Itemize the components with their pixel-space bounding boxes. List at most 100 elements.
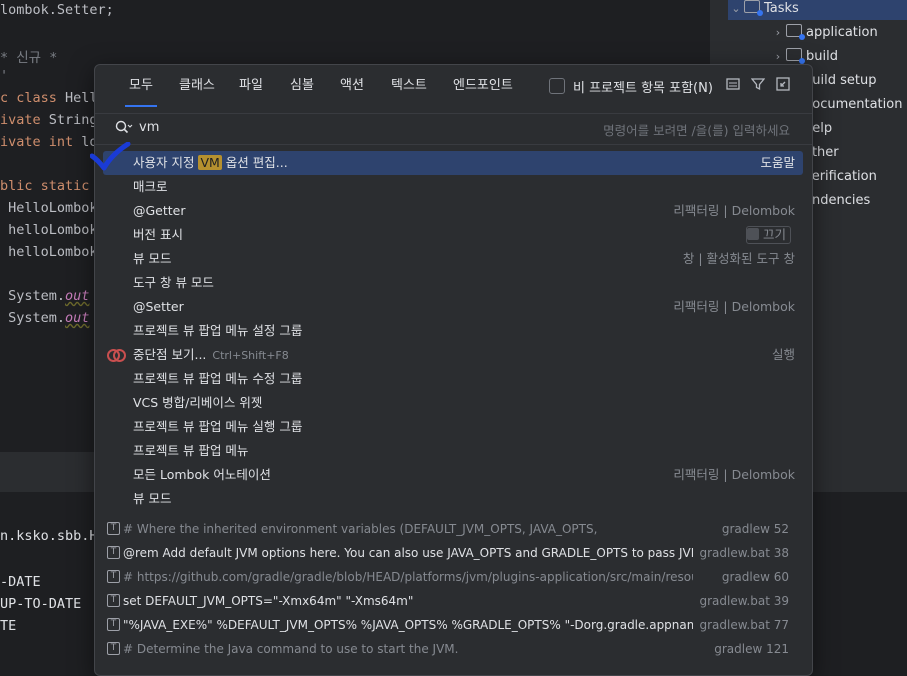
include-non-project-checkbox[interactable] — [549, 78, 565, 94]
result-label: 매크로 — [133, 175, 168, 199]
folder-icon — [786, 24, 805, 40]
filter-icon[interactable] — [750, 77, 766, 93]
text-search-result[interactable]: T "%JAVA_EXE%" %DEFAULT_JVM_OPTS% %JAVA_O… — [103, 613, 803, 637]
text-search-result[interactable]: T # https://github.com/gradle/gradle/blob… — [103, 565, 803, 589]
run-output-line: -DATE — [0, 574, 41, 590]
text-search-result[interactable]: Tset DEFAULT_JVM_OPTS="-Xmx64m" "-Xms64m… — [103, 589, 803, 613]
search-everywhere-popup: 모두 클래스 파일 심볼 액션 텍스트 엔드포인트 비 프로젝트 항목 포함(N) vm 명… — [94, 64, 813, 676]
code-line: ' — [0, 68, 8, 84]
chevron-right-icon[interactable]: › — [770, 22, 786, 44]
code-line: lombok.Setter; — [0, 2, 114, 18]
preview-icon[interactable] — [725, 77, 741, 93]
run-output-line: UP-TO-DATE — [0, 596, 82, 612]
include-non-project-toggle[interactable]: 비 프로젝트 항목 포함(N) — [549, 77, 713, 96]
result-item[interactable]: 프로젝트 뷰 팝업 메뉴 설정 그룹 — [103, 319, 803, 343]
toggle-switch[interactable] — [746, 228, 759, 240]
chevron-down-icon[interactable]: ⌄ — [728, 0, 744, 20]
result-item[interactable]: 뷰 모드 창 | 활성화된 도구 창 — [103, 247, 803, 271]
text-file-icon: T — [107, 642, 120, 655]
result-label: @Setter — [133, 295, 184, 319]
tree-item-label: endencies — [804, 193, 871, 208]
result-text: 프로젝트 뷰 팝업 메뉴 실행 그룹 — [133, 419, 303, 434]
result-item[interactable]: 도구 창 뷰 모드 — [103, 271, 803, 295]
tab-0[interactable]: 모두 — [117, 65, 165, 107]
result-text: 프로젝트 뷰 팝업 메뉴 설정 그룹 — [133, 323, 303, 338]
tree-item[interactable]: ⌄ Tasks — [728, 0, 907, 20]
code-token: ivate int — [0, 134, 82, 150]
result-category: 실행 — [772, 343, 795, 367]
text-search-result[interactable]: T @rem Add default JVM options here. You … — [103, 541, 803, 565]
result-category: 리팩터링 | Delombok — [673, 463, 795, 487]
result-item[interactable]: 사용자 지정 VM 옵션 편집... 도움말 — [103, 151, 803, 175]
text-result-line: # Determine the Java command to use to s… — [123, 642, 459, 656]
tree-item[interactable]: verification — [804, 166, 877, 188]
text-search-result[interactable]: T # Determine the Java command to use to … — [103, 637, 803, 661]
tree-item[interactable]: endencies — [804, 190, 870, 212]
tree-item[interactable]: documentation — [804, 94, 902, 116]
result-label: VCS 병합/리베이스 위젯 — [133, 391, 262, 415]
result-item[interactable]: @Getter 리팩터링 | Delombok — [103, 199, 803, 223]
result-item[interactable]: 모든 Lombok 어노테이션 리팩터링 | Delombok — [103, 463, 803, 487]
search-hint: 명령어를 보려면 /을(를) 입력하세요 — [603, 123, 790, 138]
code-line: helloLombok — [0, 244, 97, 260]
code-token: out — [65, 288, 90, 304]
result-label: 프로젝트 뷰 팝업 메뉴 실행 그룹 — [133, 415, 302, 439]
text-file-icon: T — [107, 618, 120, 631]
result-text: 뷰 모드 — [133, 491, 172, 506]
code-token: c class — [0, 90, 66, 106]
tab-4[interactable]: 액션 — [328, 65, 376, 107]
result-category-label: 창 | 활성화된 도구 창 — [682, 251, 795, 266]
tab-6[interactable]: 엔드포인트 — [441, 65, 525, 107]
tree-item[interactable]: › application — [770, 22, 907, 44]
search-bar[interactable]: vm 명령어를 보려면 /을(를) 입력하세요 — [95, 113, 812, 145]
text-result-file: gradlew 121 — [714, 642, 789, 656]
text-result-file: gradlew 60 — [721, 570, 789, 584]
tab-1[interactable]: 클래스 — [167, 65, 227, 107]
result-item[interactable]: 중단점 보기... Ctrl+Shift+F8 실행 — [103, 343, 803, 367]
search-icon[interactable] — [115, 120, 133, 136]
result-label: 도구 창 뷰 모드 — [133, 271, 214, 295]
code-token: HelloLombok — [0, 200, 98, 216]
tree-item-label: verification — [804, 169, 877, 184]
open-in-find-window-icon[interactable] — [775, 77, 791, 93]
text-file-icon: T — [107, 594, 120, 607]
result-label: 뷰 모드 — [133, 487, 171, 511]
result-category: 도움말 — [760, 151, 795, 175]
tab-3[interactable]: 심볼 — [278, 65, 326, 107]
result-item[interactable]: 프로젝트 뷰 팝업 메뉴 — [103, 439, 803, 463]
result-item[interactable]: 프로젝트 뷰 팝업 메뉴 수정 그룹 — [103, 367, 803, 391]
toggle-state[interactable]: 끄기 — [745, 226, 791, 244]
tree-item[interactable]: build setup — [804, 70, 876, 92]
code-token: System. — [0, 310, 66, 326]
result-label: 사용자 지정 VM 옵션 편집... — [133, 151, 288, 175]
code-token: ivate — [0, 112, 49, 128]
result-item[interactable]: VCS 병합/리베이스 위젯 — [103, 391, 803, 415]
text-result-file: gradlew.bat 38 — [699, 546, 789, 560]
result-text: VCS 병합/리베이스 위젯 — [133, 395, 263, 410]
result-label: 버전 표시 — [133, 223, 183, 247]
result-label: 중단점 보기... Ctrl+Shift+F8 — [133, 343, 289, 368]
result-text: 중단점 보기... — [133, 347, 207, 362]
text-search-result[interactable]: T # Where the inherited environment varia… — [103, 517, 803, 541]
result-label: 프로젝트 뷰 팝업 메뉴 수정 그룹 — [133, 367, 302, 391]
result-category: 창 | 활성화된 도구 창 — [683, 247, 795, 271]
tree-item-label: application — [806, 25, 878, 40]
result-category-label: 끄기 — [762, 227, 786, 242]
result-text: 옵션 편집... — [221, 155, 288, 170]
tab-2[interactable]: 파일 — [227, 65, 275, 107]
result-item[interactable]: 프로젝트 뷰 팝업 메뉴 실행 그룹 — [103, 415, 803, 439]
search-input[interactable]: vm — [139, 120, 159, 135]
result-category: 리팩터링 | Delombok — [673, 199, 795, 223]
result-text: 뷰 모드 — [133, 251, 172, 266]
result-category-label: 리팩터링 | Delombok — [673, 467, 795, 482]
text-result-line: @rem Add default JVM options here. You c… — [123, 546, 693, 560]
text-file-icon: T — [107, 546, 120, 559]
result-item[interactable]: 뷰 모드 — [103, 487, 803, 511]
result-item[interactable]: 버전 표시 끄기 — [103, 223, 803, 247]
run-output-line: TE — [0, 618, 17, 634]
folder-icon — [744, 0, 763, 16]
result-item[interactable]: @Setter 리팩터링 | Delombok — [103, 295, 803, 319]
text-file-icon: T — [107, 570, 120, 583]
tab-5[interactable]: 텍스트 — [379, 65, 439, 107]
result-item[interactable]: 매크로 — [103, 175, 803, 199]
